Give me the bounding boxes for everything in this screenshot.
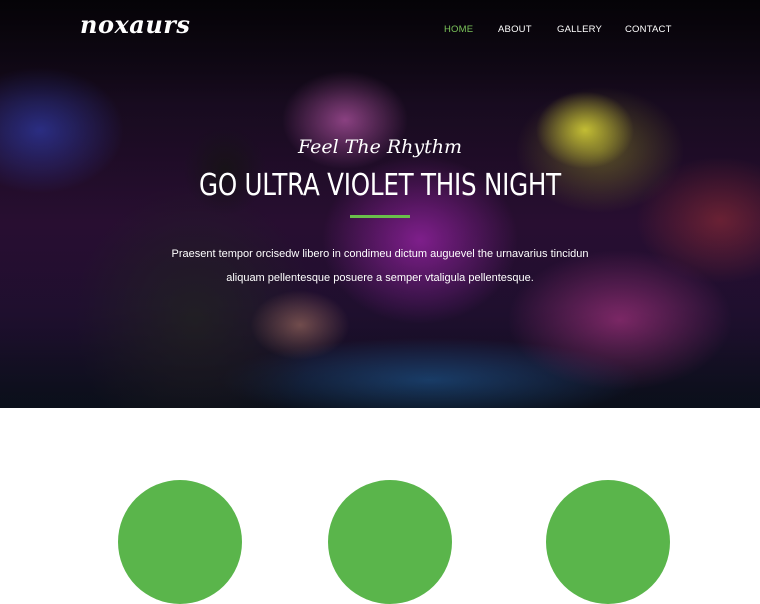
hero-description-line-2: aliquam pellentesque posuere a semper vt… — [226, 272, 534, 284]
nav-gallery[interactable]: GALLERY — [557, 24, 602, 35]
hero-description-line-1: Praesent tempor orcisedw libero in condi… — [171, 248, 589, 260]
feature-circle-3[interactable] — [546, 480, 670, 604]
nav-home[interactable]: HOME — [444, 24, 473, 35]
hero-tagline: Feel The Rhythm — [297, 136, 463, 158]
nav-about[interactable]: ABOUT — [498, 24, 532, 35]
hero-overlay — [0, 0, 760, 408]
hero-headline: GO ULTRA VIOLET THIS NIGHT — [199, 168, 561, 203]
hero-description: Praesent tempor orcisedw libero in condi… — [150, 242, 610, 290]
hero-banner: noxaurs HOME ABOUT GALLERY CONTACT Feel … — [0, 0, 760, 408]
feature-circle-1[interactable] — [118, 480, 242, 604]
feature-circle-2[interactable] — [328, 480, 452, 604]
hero-divider — [350, 215, 410, 218]
nav-contact[interactable]: CONTACT — [625, 24, 672, 35]
site-logo[interactable]: noxaurs — [80, 10, 190, 39]
